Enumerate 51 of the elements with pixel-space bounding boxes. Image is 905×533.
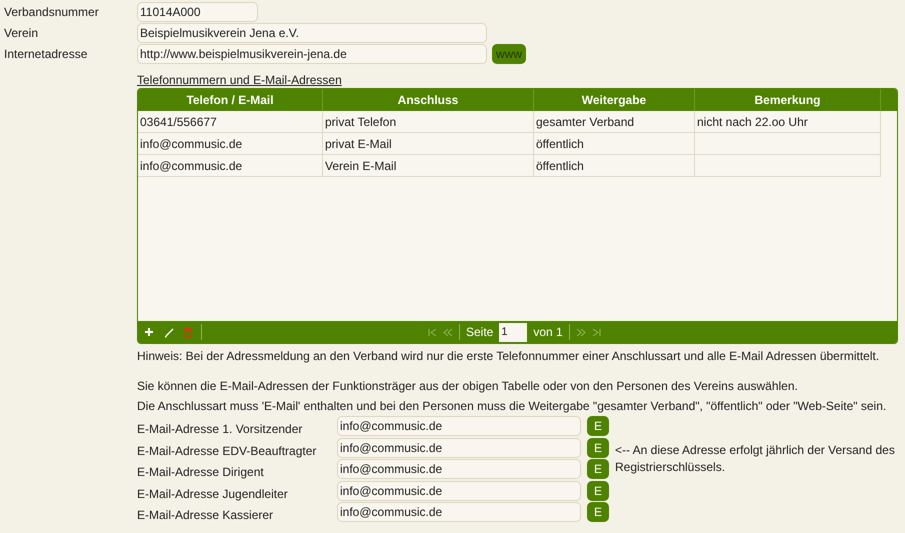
email-label: E-Mail-Adresse Jugendleiter: [137, 486, 289, 503]
table-cell: privat E-Mail: [323, 133, 534, 155]
page-count: von 1: [533, 324, 563, 341]
field-label: Internetadresse: [3, 46, 88, 63]
last-page-icon[interactable]: [592, 328, 601, 336]
column-header[interactable]: Weitergabe: [534, 89, 695, 111]
section-title: Telefonnummern und E-Mail-Adressen: [137, 72, 343, 88]
select-email-button[interactable]: E: [587, 502, 609, 522]
www-button[interactable]: www: [492, 44, 526, 64]
page-input[interactable]: 1: [499, 322, 528, 342]
select-email-button[interactable]: E: [587, 459, 609, 480]
add-icon[interactable]: [144, 327, 154, 337]
email-field[interactable]: info@commusic.de: [337, 502, 581, 522]
table-cell: öffentlich: [534, 133, 695, 155]
select-email-button[interactable]: E: [587, 480, 609, 501]
input-field[interactable]: Beispielmusikverein Jena e.V.: [137, 23, 487, 43]
input-field[interactable]: http://www.beispielmusikverein-jena.de: [137, 44, 487, 64]
email-field[interactable]: info@commusic.de: [337, 416, 581, 436]
column-header[interactable]: Anschluss: [323, 89, 534, 111]
table-cell: nicht nach 22.oo Uhr: [695, 111, 881, 133]
select-email-button[interactable]: E: [587, 438, 609, 458]
pencil-icon[interactable]: [164, 326, 175, 338]
field-label: Verbandsnummer: [3, 4, 100, 21]
table-cell: Verein E-Mail: [323, 155, 534, 177]
trash-icon[interactable]: [183, 326, 193, 338]
table-cell: gesamter Verband: [534, 111, 695, 133]
table-cell: öffentlich: [534, 155, 695, 177]
table-cell: 03641/556677: [138, 111, 323, 133]
table-cell: info@commusic.de: [138, 155, 323, 177]
info-text: Sie können die E-Mail-Adressen der Funktionsträger aus der obigen Tabelle oder von den Personen des Vereins auswählen.: [137, 378, 799, 394]
next-page-icon[interactable]: [576, 328, 586, 336]
select-email-button[interactable]: E: [587, 416, 609, 436]
email-field[interactable]: info@commusic.de: [337, 480, 581, 501]
column-header[interactable]: Bemerkung: [695, 89, 881, 111]
email-label: E-Mail-Adresse Dirigent: [137, 464, 265, 482]
input-field[interactable]: 11014A000: [137, 2, 258, 22]
email-label: E-Mail-Adresse Kassierer: [137, 507, 274, 524]
table-cell: info@commusic.de: [138, 133, 323, 155]
previous-page-icon[interactable]: [443, 328, 453, 336]
field-label: Verein: [3, 25, 40, 42]
info-text: Die Anschlussart muss 'E-Mail' enthalten und bei den Personen muss die Weitergabe "gesamter Verband", "öffentlich" oder "Web-Seite" sein.: [137, 398, 888, 414]
column-header[interactable]: Telefon / E-Mail: [138, 89, 323, 111]
email-label: E-Mail-Adresse 1. Vorsitzender: [137, 421, 304, 438]
hint-text: Hinweis: Bei der Adressmeldung an den Verband wird nur die erste Telefonnummer einer Anschlussart und alle E-Mail Adressen übermittelt.: [137, 348, 880, 364]
page-label: Seite: [466, 324, 494, 341]
email-field[interactable]: info@commusic.de: [337, 459, 581, 480]
email-label: E-Mail-Adresse EDV-Beauftragter: [137, 442, 318, 460]
email-note: <-- An diese Adresse erfolgt jährlich der Versand des Registrierschlüssels.: [615, 442, 896, 476]
table-cell: privat Telefon: [323, 111, 534, 133]
email-field[interactable]: info@commusic.de: [337, 438, 581, 458]
first-page-icon[interactable]: [428, 328, 437, 336]
